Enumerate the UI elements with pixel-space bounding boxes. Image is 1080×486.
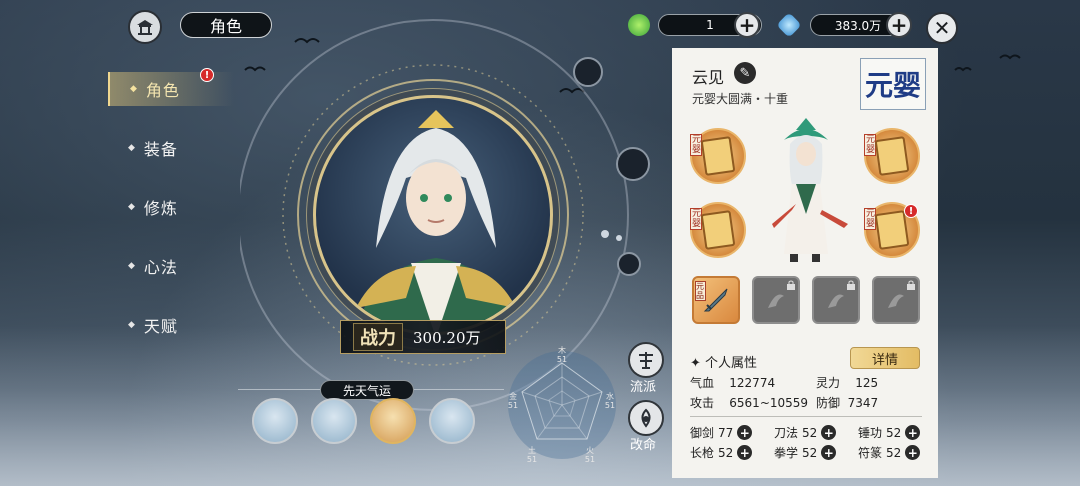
divider-line — [238, 389, 320, 390]
sect-button[interactable] — [628, 342, 664, 378]
weapon-slot-3-locked[interactable] — [812, 276, 860, 324]
menu-arrow-icon: ◆ — [130, 84, 138, 94]
home-button[interactable] — [128, 10, 162, 44]
close-icon: ✕ — [933, 16, 951, 40]
combat-power-label: 战力 — [353, 323, 403, 351]
equipment-slot-2[interactable]: 元婴 — [864, 128, 920, 184]
scroll-icon — [700, 210, 736, 250]
menu-arrow-icon: ◆ — [128, 261, 136, 271]
fortune-slot-1[interactable] — [252, 398, 298, 444]
upgrade-plus-icon[interactable]: + — [821, 425, 837, 440]
menu-item-character[interactable]: ◆ 角色 — [108, 72, 234, 106]
fortune-slot-2[interactable] — [311, 398, 357, 444]
radar-axis-earth: 土 51 — [526, 446, 538, 464]
upgrade-plus-icon[interactable]: + — [821, 445, 837, 460]
character-figure — [772, 118, 848, 262]
fortune-slot-3[interactable] — [370, 398, 416, 444]
skill-sword-control: 御剑 77 + — [690, 424, 753, 441]
menu-item-mind-method[interactable]: ◆ 心法 — [108, 249, 234, 283]
upgrade-plus-icon[interactable]: + — [905, 425, 921, 440]
radar-axis-water: 水 51 — [604, 392, 616, 410]
character-portrait[interactable] — [313, 95, 553, 335]
sect-icon — [639, 352, 653, 369]
alert-badge: ! — [200, 68, 214, 82]
stat-attack: 攻击 6561~10559 — [690, 396, 809, 410]
fortune-slot-4[interactable] — [429, 398, 475, 444]
fate-button[interactable] — [628, 400, 664, 436]
innate-fortune-label: 先天气运 — [320, 380, 414, 400]
upgrade-plus-icon[interactable]: + — [737, 445, 753, 460]
divider-line — [414, 389, 504, 390]
close-button[interactable]: ✕ — [926, 12, 958, 44]
menu-item-talent[interactable]: ◆ 天赋 — [108, 308, 234, 342]
menu-item-equipment[interactable]: ◆ 装备 — [108, 131, 234, 165]
skill-fist: 拳学 52 + — [774, 444, 837, 461]
skill-blade: 刀法 52 + — [774, 424, 837, 441]
radar-axis-wood: 木 51 — [556, 346, 568, 364]
attributes-heading: ✦ 个人属性 — [690, 356, 758, 371]
weapon-silhouette-icon — [768, 294, 784, 308]
menu-item-label: 天赋 — [143, 317, 178, 336]
menu-arrow-icon: ◆ — [128, 320, 136, 330]
weapon-silhouette-icon — [828, 294, 844, 308]
skill-hammer: 锤功 52 + — [858, 424, 921, 441]
fate-icon — [641, 408, 651, 428]
equipment-slot-1[interactable]: 元婴 — [690, 128, 746, 184]
equip-tier-tag: 元婴 — [690, 208, 702, 230]
pavilion-icon — [137, 20, 153, 35]
realm-seal: 元婴 — [860, 58, 926, 110]
lock-icon — [847, 280, 855, 290]
divider-line — [690, 416, 922, 417]
sect-label: 流派 — [630, 380, 657, 395]
skill-spear: 长枪 52 + — [690, 444, 753, 461]
sword-sect-icon: ✎ — [734, 62, 756, 84]
weapon-slot-2-locked[interactable] — [752, 276, 800, 324]
weapon-silhouette-icon — [888, 294, 904, 308]
fate-label: 改命 — [630, 438, 657, 453]
character-info-panel: 云见 ✎ 元婴大圆满・十重 元婴 元婴 元婴 元婴 元婴 ! 元品 ✦ 个人属性… — [672, 48, 938, 478]
menu-item-label: 装备 — [143, 140, 178, 159]
character-name: 云见 — [692, 68, 725, 87]
weapon-slot-1[interactable]: 元品 — [692, 276, 740, 324]
upgrade-plus-icon[interactable]: + — [737, 425, 753, 440]
menu-item-label: 角色 — [145, 81, 180, 100]
combat-power-bar: 战力 300.20万 — [340, 320, 506, 354]
skill-talisman: 符篆 52 + — [858, 444, 921, 461]
diamond-bullet-icon: ✦ — [690, 356, 701, 371]
add-resource1-button[interactable]: + — [734, 12, 760, 38]
equipment-slot-3[interactable]: 元婴 — [690, 202, 746, 258]
stat-hp: 气血 122774 — [690, 376, 776, 390]
upgrade-plus-icon[interactable]: + — [905, 445, 921, 460]
equip-tier-tag: 元婴 — [864, 208, 876, 230]
radar-axis-metal: 金 51 — [507, 392, 519, 410]
weapon-slot-4-locked[interactable] — [872, 276, 920, 324]
add-resource2-button[interactable]: + — [886, 12, 912, 38]
character-art — [356, 110, 516, 332]
equip-tier-tag: 元婴 — [864, 134, 876, 156]
lock-icon — [907, 280, 915, 290]
alert-badge: ! — [904, 204, 918, 218]
scroll-icon — [874, 136, 910, 176]
menu-item-cultivation[interactable]: ◆ 修炼 — [108, 190, 234, 224]
lock-icon — [787, 280, 795, 290]
menu-arrow-icon: ◆ — [128, 202, 136, 212]
scroll-icon — [874, 210, 910, 250]
radar-axis-fire: 火 51 — [584, 446, 596, 464]
menu-arrow-icon: ◆ — [128, 143, 136, 153]
equip-tier-tag: 元婴 — [690, 134, 702, 156]
weapon-tier-tag: 元品 — [695, 281, 706, 301]
realm-level: 元婴大圆满・十重 — [692, 92, 789, 106]
combat-power-value: 300.20万 — [413, 328, 481, 347]
details-button[interactable]: 详情 — [850, 347, 920, 369]
menu-item-label: 修炼 — [143, 199, 178, 218]
menu-item-label: 心法 — [143, 258, 178, 277]
scroll-icon — [700, 136, 736, 176]
stat-defense: 防御 7347 — [816, 396, 879, 410]
stat-spirit: 灵力 125 — [816, 376, 879, 390]
